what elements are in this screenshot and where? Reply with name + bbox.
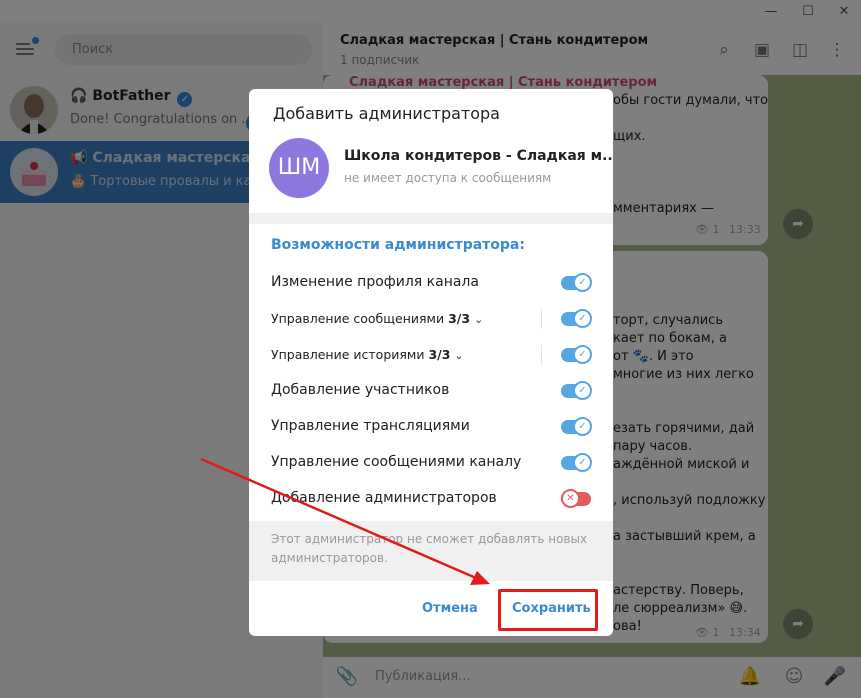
highlight-box	[498, 589, 598, 631]
cancel-button[interactable]: Отмена	[422, 601, 478, 616]
permission-manage-stories[interactable]: Управление историями 3/3 ⌄ ✓	[249, 336, 613, 372]
permission-manage-streams[interactable]: Управление трансляциями ✓	[249, 408, 613, 444]
permission-add-members[interactable]: Добавление участников ✓	[249, 372, 613, 408]
section-title: Возможности администратора:	[271, 237, 525, 253]
divider	[541, 345, 542, 365]
note-text: Этот администратор не сможет добавлять н…	[271, 532, 588, 565]
close-icon: ✕	[561, 489, 580, 508]
avatar: ШМ	[269, 138, 329, 198]
permission-manage-channel-messages[interactable]: Управление сообщениями каналу ✓	[249, 444, 613, 480]
toggle-switch[interactable]: ✓	[561, 345, 592, 364]
check-icon: ✓	[573, 273, 592, 292]
admin-user-name: Школа кондитеров - Сладкая м...	[344, 148, 613, 164]
info-note: Этот администратор не сможет добавлять н…	[249, 521, 613, 581]
chevron-down-icon[interactable]: ⌄	[454, 349, 463, 362]
toggle-switch[interactable]: ✓	[561, 417, 592, 436]
permission-manage-messages[interactable]: Управление сообщениями 3/3 ⌄ ✓	[249, 300, 613, 336]
check-icon: ✓	[573, 453, 592, 472]
toggle-switch[interactable]: ✕	[561, 489, 591, 508]
permission-add-admins[interactable]: Добавление администраторов ✕	[249, 480, 613, 516]
check-icon: ✓	[573, 417, 592, 436]
dialog-title: Добавить администратора	[273, 104, 500, 123]
toggle-switch[interactable]: ✓	[561, 453, 592, 472]
toggle-switch[interactable]: ✓	[561, 273, 592, 292]
toggle-switch[interactable]: ✓	[561, 309, 592, 328]
permission-edit-profile[interactable]: Изменение профиля канала ✓	[249, 264, 613, 300]
divider	[541, 309, 542, 329]
check-icon: ✓	[573, 309, 592, 328]
check-icon: ✓	[573, 345, 592, 364]
admin-user-status: не имеет доступа к сообщениям	[344, 171, 552, 185]
chevron-down-icon[interactable]: ⌄	[474, 313, 483, 326]
check-icon: ✓	[573, 381, 592, 400]
divider	[249, 213, 613, 224]
toggle-switch[interactable]: ✓	[561, 381, 592, 400]
add-admin-dialog: Добавить администратора ШМ Школа кондите…	[249, 89, 613, 636]
